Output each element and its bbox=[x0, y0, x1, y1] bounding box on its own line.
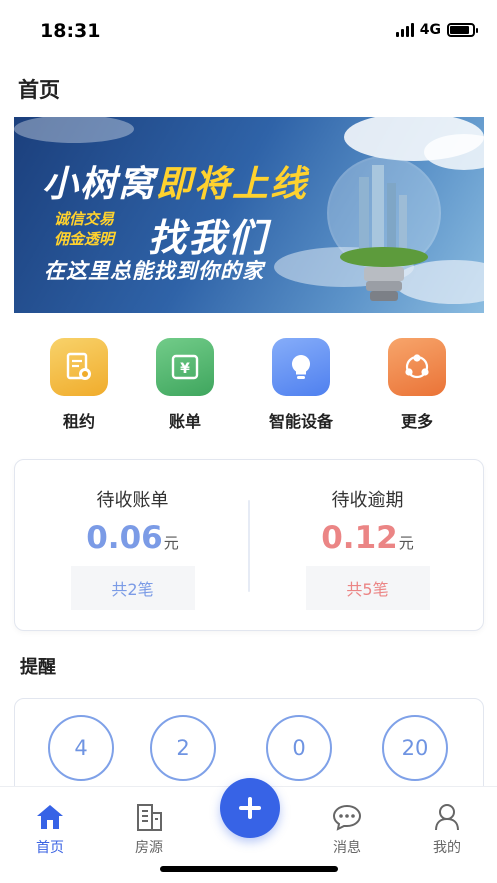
battery-icon bbox=[447, 23, 478, 37]
status-bar: 18:31 4G bbox=[0, 0, 497, 60]
add-button[interactable] bbox=[220, 778, 280, 838]
reminder-count-4[interactable]: 20 bbox=[382, 715, 448, 781]
pending-amount-value: 0.06 bbox=[86, 520, 163, 556]
banner-headline-yellow: 即将上线 bbox=[156, 164, 309, 205]
home-icon bbox=[34, 801, 66, 833]
tab-listings[interactable]: 房源 bbox=[114, 801, 184, 857]
quick-action-label: 账单 bbox=[168, 412, 201, 431]
pending-bill-amount: 0.06元 bbox=[86, 520, 179, 556]
banner-tagline: 在这里总能找到你的家 bbox=[44, 259, 264, 283]
tab-profile[interactable]: 我的 bbox=[412, 801, 482, 857]
promo-banner[interactable]: 小树窝即将上线 诚信交易 佣金透明 找我们 在这里总能找到你的家 bbox=[14, 117, 484, 313]
pending-bill-title: 待收账单 bbox=[96, 490, 169, 511]
reminder-count-2[interactable]: 2 bbox=[150, 715, 216, 781]
lease-icon bbox=[50, 338, 108, 396]
profile-icon bbox=[431, 801, 463, 833]
reminder-count-3[interactable]: 0 bbox=[266, 715, 332, 781]
svg-text:¥: ¥ bbox=[180, 361, 190, 377]
bill-icon: ¥ bbox=[156, 338, 214, 396]
home-indicator bbox=[160, 866, 338, 872]
more-icon bbox=[388, 338, 446, 396]
smart-device-icon bbox=[272, 338, 330, 396]
overdue-bill-panel[interactable]: 待收逾期 0.12元 共5笔 bbox=[250, 460, 485, 632]
overdue-bill-amount: 0.12元 bbox=[321, 520, 414, 556]
status-indicators: 4G bbox=[395, 22, 478, 38]
plus-icon bbox=[239, 797, 261, 819]
pending-bill-count[interactable]: 共2笔 bbox=[70, 566, 195, 610]
message-icon bbox=[331, 801, 363, 833]
banner-headline: 小树窝即将上线 bbox=[42, 155, 308, 207]
status-time: 18:31 bbox=[40, 20, 101, 42]
tab-label: 消息 bbox=[333, 840, 361, 856]
banner-sub-2: 佣金透明 bbox=[54, 230, 115, 248]
quick-action-more[interactable]: 更多 bbox=[362, 338, 472, 432]
quick-action-lease[interactable]: 租约 bbox=[24, 338, 134, 432]
quick-action-label: 智能设备 bbox=[268, 412, 333, 431]
reminder-count-1[interactable]: 4 bbox=[48, 715, 114, 781]
overdue-amount-value: 0.12 bbox=[321, 520, 398, 556]
reminder-title: 提醒 bbox=[20, 657, 56, 678]
banner-find: 找我们 bbox=[148, 216, 269, 260]
tab-label: 房源 bbox=[135, 840, 163, 856]
tab-messages[interactable]: 消息 bbox=[312, 801, 382, 857]
quick-action-smart-device[interactable]: 智能设备 bbox=[246, 338, 356, 432]
bill-summary-card: 待收账单 0.06元 共2笔 待收逾期 0.12元 共5笔 bbox=[14, 459, 484, 631]
tab-home[interactable]: 首页 bbox=[15, 801, 85, 857]
network-type: 4G bbox=[419, 22, 441, 38]
pending-bill-panel[interactable]: 待收账单 0.06元 共2笔 bbox=[15, 460, 250, 632]
overdue-amount-unit: 元 bbox=[398, 534, 414, 552]
signal-icon bbox=[395, 23, 414, 37]
quick-action-bill[interactable]: ¥ 账单 bbox=[130, 338, 240, 432]
overdue-bill-title: 待收逾期 bbox=[331, 490, 404, 511]
quick-action-label: 租约 bbox=[62, 412, 95, 431]
building-icon bbox=[133, 801, 165, 833]
quick-action-label: 更多 bbox=[400, 412, 433, 431]
banner-subtext: 诚信交易 佣金透明 bbox=[54, 209, 154, 249]
overdue-bill-count[interactable]: 共5笔 bbox=[305, 566, 430, 610]
banner-headline-white: 小树窝 bbox=[42, 164, 157, 205]
page-title: 首页 bbox=[18, 78, 60, 102]
banner-sub-1: 诚信交易 bbox=[54, 210, 115, 228]
tab-label: 我的 bbox=[433, 840, 461, 856]
pending-amount-unit: 元 bbox=[163, 534, 179, 552]
tab-label: 首页 bbox=[36, 840, 64, 856]
